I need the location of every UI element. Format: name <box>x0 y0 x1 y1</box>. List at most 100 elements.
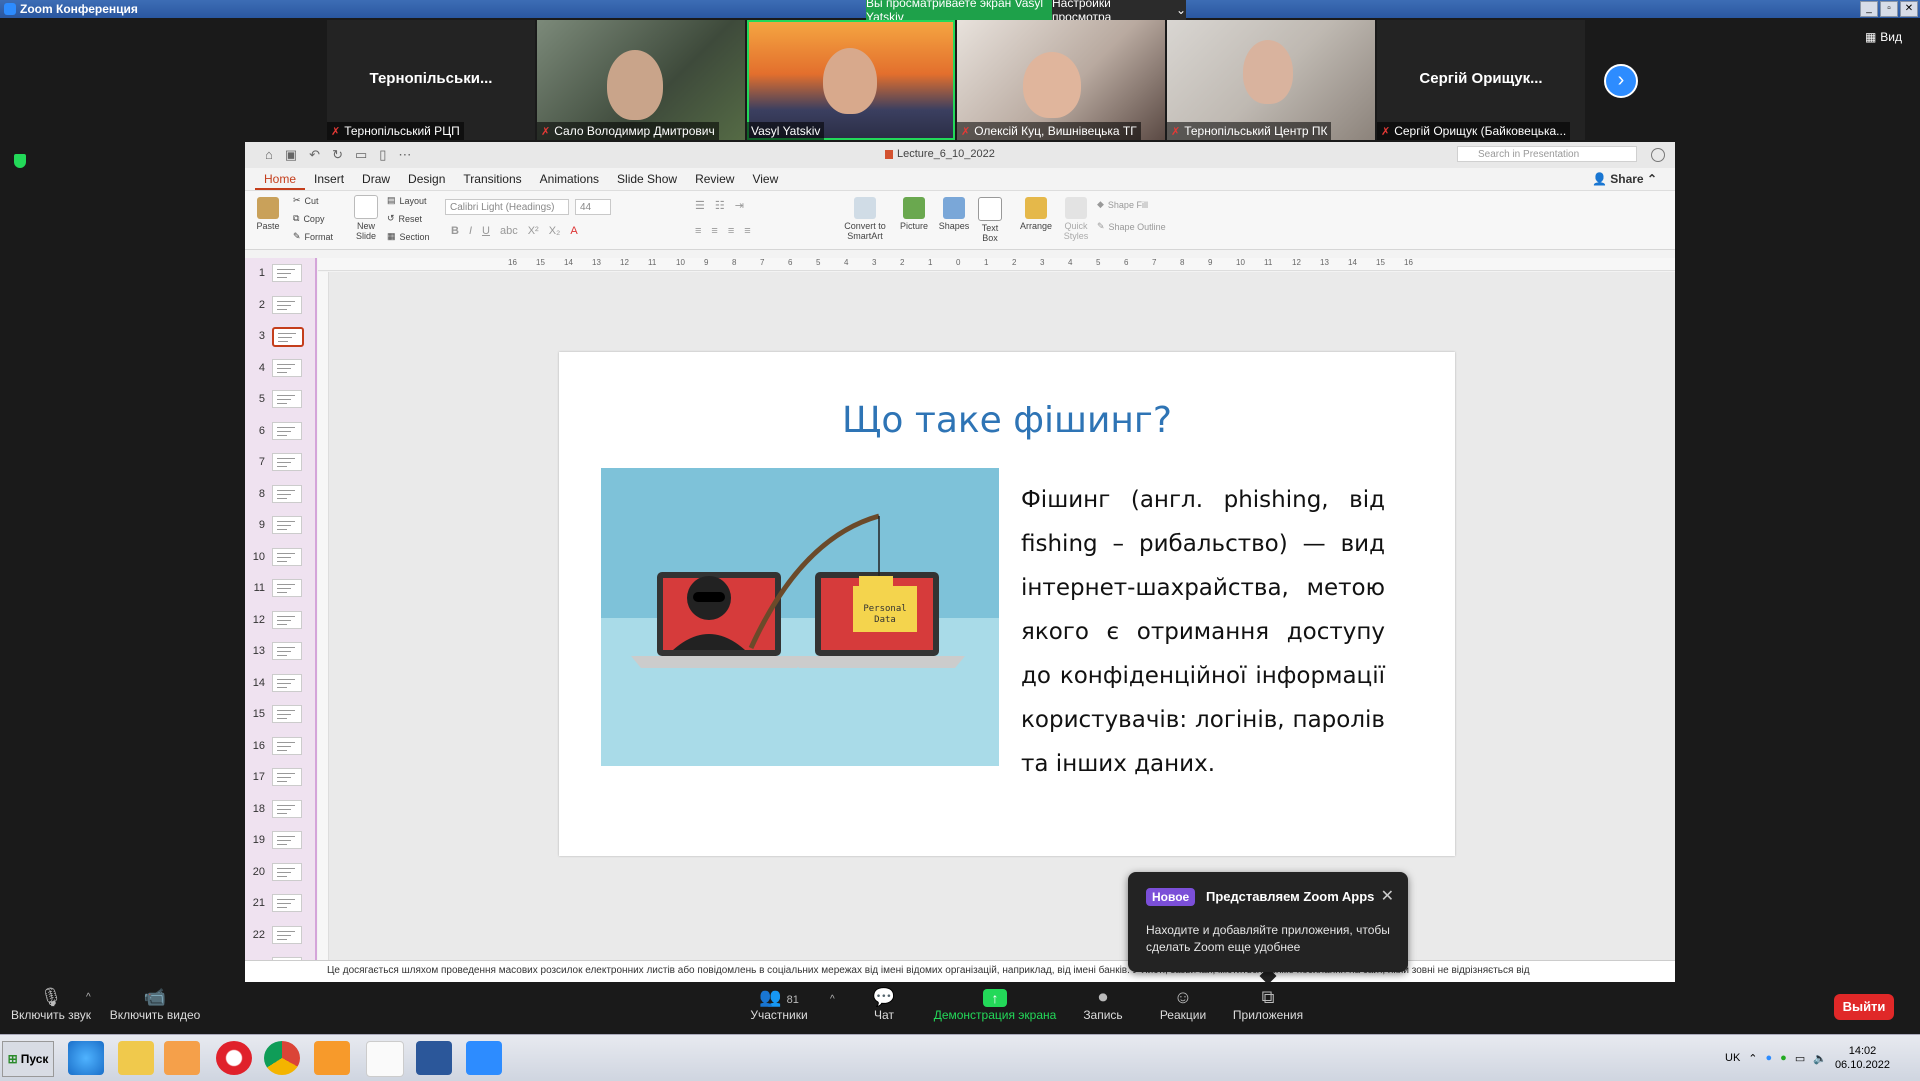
subscript-button[interactable]: X₂ <box>549 225 561 237</box>
share-screen-button[interactable]: ↑ Демонстрация экрана <box>930 986 1060 1022</box>
slide-thumbnail[interactable]: 1 <box>245 258 315 290</box>
home-icon[interactable]: ⌂ <box>265 147 273 163</box>
explorer-icon[interactable] <box>118 1041 154 1075</box>
participants-caret[interactable]: ^ <box>830 994 835 1005</box>
tab-transitions[interactable]: Transitions <box>454 172 530 190</box>
phishing-illustration[interactable]: Personal Data <box>601 468 999 766</box>
indent-button[interactable]: ⇥ <box>735 199 744 212</box>
bullets-button[interactable]: ☰ <box>695 199 705 212</box>
start-button[interactable]: ⊞ Пуск <box>2 1041 54 1077</box>
audio-options-caret[interactable]: ^ <box>86 992 91 1003</box>
apps-button[interactable]: ⧉ Приложения <box>1230 986 1306 1022</box>
strikethrough-button[interactable]: abc <box>500 225 518 237</box>
chat-button[interactable]: 💬 Чат <box>868 986 900 1022</box>
slide-thumbnail[interactable]: 12 <box>245 605 315 637</box>
record-button[interactable]: ⏺ Запись <box>1082 986 1124 1022</box>
maximize-button[interactable]: ▫ <box>1880 1 1898 17</box>
account-icon[interactable] <box>1651 148 1665 162</box>
antivirus-tray-icon[interactable]: ● <box>1780 1052 1787 1064</box>
tab-animations[interactable]: Animations <box>531 172 608 190</box>
leave-button[interactable]: Выйти <box>1834 994 1894 1020</box>
tab-design[interactable]: Design <box>399 172 454 190</box>
minimize-button[interactable]: _ <box>1860 1 1878 17</box>
participant-tile[interactable]: Тернопільськи... ✗ Тернопільський РЦП <box>327 20 535 140</box>
underline-button[interactable]: U <box>482 225 490 237</box>
ie-icon[interactable] <box>68 1041 104 1075</box>
text-box-button[interactable]: Text Box <box>975 197 1005 243</box>
view-settings-button[interactable]: Настройки просмотра ⌄ <box>1052 0 1186 24</box>
slide-thumbnail[interactable]: 9 <box>245 510 315 542</box>
unmute-button[interactable]: 🎙 Включить звук <box>8 986 94 1022</box>
section-button[interactable]: ▦ Section <box>387 231 430 242</box>
media-player-icon[interactable] <box>164 1041 200 1075</box>
slide-thumbnail[interactable]: 6 <box>245 416 315 448</box>
slide-thumbnail[interactable]: 11 <box>245 573 315 605</box>
word-icon[interactable] <box>416 1041 452 1075</box>
slide-thumbnail[interactable]: 20 <box>245 857 315 889</box>
share-button[interactable]: 👤 Share ⌃ <box>1592 172 1657 186</box>
tab-slide-show[interactable]: Slide Show <box>608 172 686 190</box>
slide-thumbnail[interactable]: 19 <box>245 825 315 857</box>
more-icon[interactable]: ⋯ <box>398 147 411 163</box>
slide-thumbnail[interactable]: 2 <box>245 290 315 322</box>
zoom-taskbar-icon[interactable] <box>466 1041 502 1075</box>
slide-thumbnail[interactable]: 13 <box>245 636 315 668</box>
italic-button[interactable]: I <box>469 225 472 237</box>
close-button[interactable]: ✕ <box>1900 1 1918 17</box>
opera-icon[interactable] <box>216 1041 252 1075</box>
slide-thumbnail[interactable]: 3 <box>245 321 315 353</box>
save-icon[interactable]: ▣ <box>285 147 297 163</box>
close-icon[interactable]: ✕ <box>1381 886 1394 906</box>
clock[interactable]: 14:02 06.10.2022 <box>1835 1044 1890 1072</box>
zoom-tray-icon[interactable]: ● <box>1766 1052 1773 1064</box>
redo-icon[interactable]: ↻ <box>332 147 343 163</box>
slide-thumbnail[interactable]: 8 <box>245 479 315 511</box>
participant-tile-active[interactable]: Vasyl Yatskiv <box>747 20 955 140</box>
arrange-button[interactable]: Arrange <box>1017 197 1055 231</box>
document-icon[interactable] <box>366 1041 404 1077</box>
participants-button[interactable]: 👥 81 Участники <box>748 986 810 1022</box>
powerpoint-icon[interactable] <box>314 1041 350 1075</box>
align-right-button[interactable]: ≡ <box>728 225 734 237</box>
slide-thumbnail[interactable]: 15 <box>245 699 315 731</box>
slide-thumbnail[interactable]: 4 <box>245 353 315 385</box>
slide-thumbnail[interactable]: 22 <box>245 920 315 952</box>
volume-tray-icon[interactable]: 🔈 <box>1813 1052 1827 1065</box>
cut-button[interactable]: ✂ Cut <box>293 195 319 206</box>
align-left-button[interactable]: ≡ <box>695 225 701 237</box>
picture-button[interactable]: Picture <box>897 197 931 231</box>
new-doc-icon[interactable]: ▯ <box>379 147 386 163</box>
start-video-button[interactable]: 📹 Включить видео <box>108 986 202 1022</box>
format-painter-button[interactable]: ✎ Format <box>293 231 333 242</box>
view-button[interactable]: ▦ Вид <box>1865 30 1902 44</box>
language-indicator[interactable]: UK <box>1725 1052 1740 1064</box>
present-icon[interactable]: ▭ <box>355 147 367 163</box>
reactions-button[interactable]: ☺ Реакции <box>1158 986 1208 1022</box>
justify-button[interactable]: ≡ <box>744 225 750 237</box>
slide-thumbnail[interactable]: 16 <box>245 731 315 763</box>
participant-tile[interactable]: ✗ Сало Володимир Дмитрович <box>537 20 745 140</box>
shapes-button[interactable]: Shapes <box>937 197 971 231</box>
tab-review[interactable]: Review <box>686 172 743 190</box>
convert-smartart-button[interactable]: Convert to SmartArt <box>843 197 887 241</box>
slide-title[interactable]: Що таке фішинг? <box>559 400 1455 441</box>
reset-button[interactable]: ↺ Reset <box>387 213 422 224</box>
slide-thumbnail[interactable]: 18 <box>245 794 315 826</box>
slide-thumbnail[interactable]: 17 <box>245 762 315 794</box>
shape-fill-button[interactable]: ◆ Shape Fill <box>1097 199 1148 210</box>
font-size-select[interactable]: 44 <box>575 199 611 215</box>
paste-button[interactable]: Paste <box>253 197 283 231</box>
security-shield-icon[interactable] <box>14 154 26 168</box>
layout-button[interactable]: ▤ Layout <box>387 195 427 206</box>
slide-thumbnail[interactable]: 5 <box>245 384 315 416</box>
copy-button[interactable]: ⧉ Copy <box>293 213 324 224</box>
current-slide[interactable]: Що таке фішинг? Personal Data Фішинг (ан… <box>559 352 1455 856</box>
participant-tile[interactable]: ✗ Тернопільський Центр ПК <box>1167 20 1375 140</box>
tab-insert[interactable]: Insert <box>305 172 353 190</box>
search-input[interactable]: Search in Presentation <box>1457 146 1637 162</box>
superscript-button[interactable]: X² <box>528 225 539 237</box>
slide-thumbnail[interactable]: 10 <box>245 542 315 574</box>
participant-tile[interactable]: Сергій Орищук... ✗ Сергій Орищук (Байкове… <box>1377 20 1585 140</box>
numbering-button[interactable]: ☷ <box>715 199 725 212</box>
font-color-button[interactable]: A <box>570 225 577 237</box>
